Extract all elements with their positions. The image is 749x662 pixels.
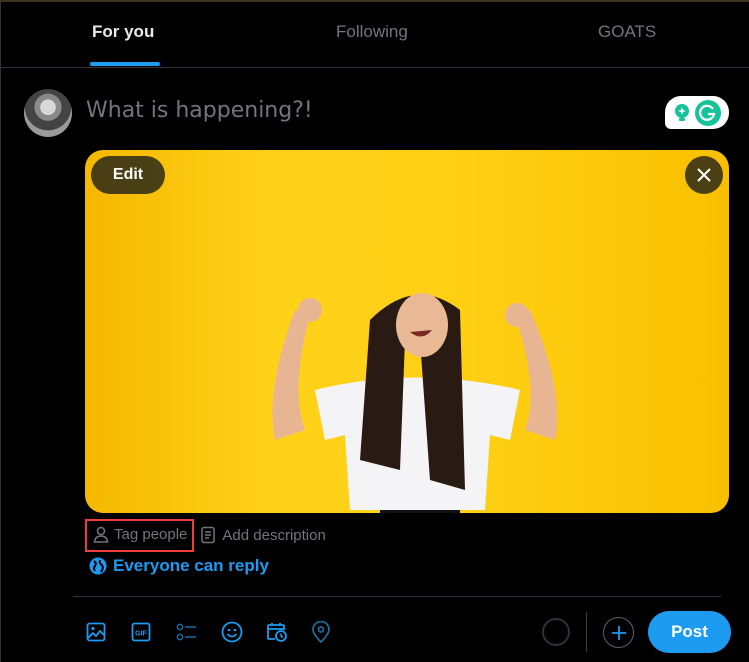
schedule-icon (267, 623, 287, 642)
poll-button[interactable] (176, 620, 221, 644)
media-actions: Tag people Add description (85, 518, 326, 552)
toolbar-separator (586, 612, 587, 652)
photo-person (272, 293, 558, 513)
image-icon (86, 622, 106, 642)
edit-image-button[interactable]: Edit (91, 156, 165, 194)
character-count-ring (542, 618, 570, 646)
tag-people-button[interactable]: Tag people (85, 518, 195, 552)
avatar[interactable] (24, 89, 72, 137)
add-post-button[interactable] (603, 617, 634, 648)
location-icon (312, 621, 330, 643)
tab-for-you[interactable]: For you (92, 22, 154, 42)
remove-image-button[interactable] (685, 156, 723, 194)
add-description-button[interactable]: Add description (200, 526, 326, 544)
svg-text:GIF: GIF (135, 631, 147, 638)
globe-icon (89, 557, 107, 575)
grammarly-widget[interactable] (665, 96, 729, 129)
compose-input[interactable]: What is happening?! (86, 98, 313, 123)
emoji-button[interactable] (221, 620, 266, 644)
poll-icon (176, 623, 196, 641)
grammarly-g-icon[interactable] (695, 99, 721, 126)
add-description-label: Add description (222, 526, 326, 544)
location-button[interactable] (311, 620, 356, 644)
gif-button[interactable]: GIF (131, 620, 176, 644)
post-button[interactable]: Post (648, 611, 731, 653)
attached-image: Edit (85, 150, 729, 513)
divider (73, 596, 721, 597)
tab-goats[interactable]: GOATS (598, 22, 656, 42)
gif-icon: GIF (131, 622, 151, 642)
media-button[interactable] (86, 620, 131, 644)
plus-icon (611, 625, 626, 640)
person-icon (93, 526, 109, 543)
active-tab-indicator (90, 62, 160, 66)
schedule-button[interactable] (266, 620, 311, 644)
close-icon (697, 168, 711, 182)
emoji-icon (221, 621, 243, 643)
reply-setting-button[interactable]: Everyone can reply (89, 556, 269, 576)
tab-following[interactable]: Following (336, 22, 408, 42)
document-icon (201, 526, 216, 544)
timeline-tabs: For you Following GOATS (0, 0, 749, 68)
tag-people-label: Tag people (114, 526, 188, 543)
lightbulb-icon[interactable] (673, 103, 691, 123)
reply-setting-label: Everyone can reply (113, 556, 269, 575)
compose-toolbar: GIF (86, 620, 356, 644)
